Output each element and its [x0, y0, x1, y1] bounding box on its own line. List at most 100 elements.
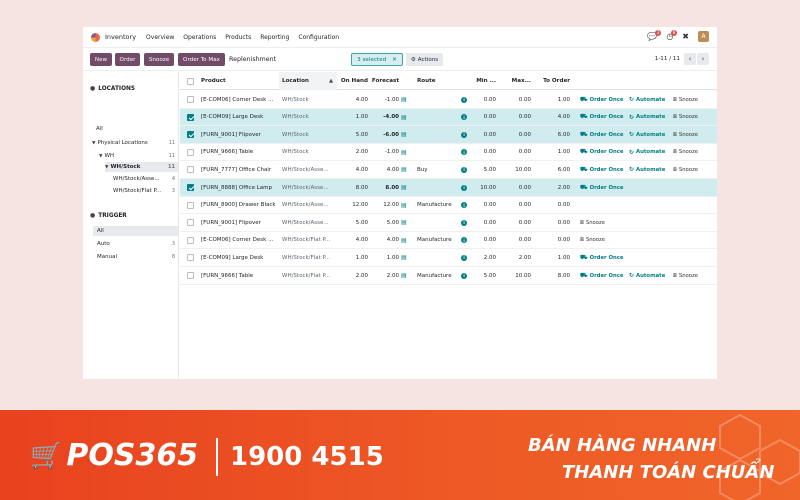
app-name[interactable]: Inventory [105, 33, 136, 41]
row-checkbox[interactable] [187, 148, 194, 156]
min-cell[interactable]: 0.00 [470, 232, 496, 249]
column-location[interactable]: Location ▲ [279, 72, 337, 90]
row-checkbox[interactable] [187, 166, 194, 174]
activities-icon[interactable]: ◷ 8 [666, 29, 678, 41]
location-cell[interactable]: WH/Stock [282, 126, 338, 143]
table-row[interactable]: [FURN_9666] Table WH/Stock/Flat P... 2.00 2… [180, 267, 717, 285]
app-logo-icon[interactable] [91, 32, 100, 42]
automate-button[interactable]: ↻ Automate [629, 144, 665, 161]
location-cell[interactable]: WH/Stock/Flat P... [282, 232, 338, 249]
forecast-chart-icon[interactable]: ▤ [401, 249, 411, 266]
max-cell[interactable]: 0.00 [505, 232, 531, 249]
product-cell[interactable]: [E-COM09] Large Desk [201, 109, 277, 126]
min-cell[interactable]: 0.00 [470, 197, 496, 214]
min-cell[interactable]: 0.00 [470, 109, 496, 126]
new-button[interactable]: New [90, 53, 112, 66]
trigger-auto[interactable]: Auto 3 [97, 239, 179, 249]
product-cell[interactable]: [FURN_7777] Office Chair [201, 161, 277, 178]
automate-button[interactable]: ↻ Automate [629, 267, 665, 284]
product-cell[interactable]: [FURN_9666] Table [201, 267, 277, 284]
automate-button[interactable]: ↻ Automate [629, 91, 665, 108]
row-checkbox[interactable] [187, 272, 194, 279]
min-cell[interactable]: 5.00 [470, 267, 496, 284]
order-once-button[interactable]: ⛟ Order Once [580, 144, 624, 161]
forecast-chart-icon[interactable]: ▤ [401, 214, 411, 231]
route-cell[interactable] [417, 91, 459, 108]
column-min[interactable]: Min ... [470, 72, 496, 90]
to-order-cell[interactable]: 8.00 [535, 267, 570, 284]
info-icon[interactable]: i [461, 109, 469, 126]
min-cell[interactable]: 10.00 [470, 179, 496, 196]
info-icon[interactable]: i [461, 267, 469, 284]
menu-reporting[interactable]: Reporting [260, 34, 289, 41]
snooze-button[interactable]: Snooze [144, 53, 174, 66]
route-cell[interactable]: Manufacture [417, 267, 459, 284]
location-cell[interactable]: WH/Stock/Asse... [282, 197, 338, 214]
location-cell[interactable]: WH/Stock [282, 144, 338, 161]
order-button[interactable]: Order [115, 53, 140, 66]
table-row[interactable]: [E-COM09] Large Desk WH/Stock/Flat P... 1.… [180, 249, 717, 267]
min-cell[interactable]: 0.00 [470, 91, 496, 108]
location-cell[interactable]: WH/Stock/Asse... [282, 214, 338, 231]
forecast-chart-icon[interactable]: ▤ [401, 126, 411, 143]
snooze-row-button[interactable]: ⧈ Snooze [673, 109, 698, 126]
max-cell[interactable]: 0.00 [505, 179, 531, 196]
forecast-chart-icon[interactable]: ▤ [401, 179, 411, 196]
row-checkbox[interactable] [187, 184, 194, 191]
column-route[interactable]: Route [417, 72, 457, 90]
max-cell[interactable]: 0.00 [505, 197, 531, 214]
to-order-cell[interactable]: 0.00 [535, 214, 570, 231]
to-order-cell[interactable]: 1.00 [535, 91, 570, 108]
to-order-cell[interactable]: 6.00 [535, 126, 570, 143]
snooze-row-button[interactable]: ⧈ Snooze [673, 91, 698, 108]
route-cell[interactable] [417, 109, 459, 126]
select-all-checkbox[interactable] [187, 78, 194, 85]
product-cell[interactable]: [E-COM06] Corner Desk ... [201, 232, 277, 249]
table-row[interactable]: [E-COM06] Corner Desk ... WH/Stock/Flat P… [180, 232, 717, 250]
snooze-row-button[interactable]: ⧈ Snooze [673, 267, 698, 284]
table-row[interactable]: [FURN_8900] Drawer Black WH/Stock/Asse...… [180, 197, 717, 215]
info-icon[interactable]: i [461, 197, 469, 214]
max-cell[interactable]: 10.00 [505, 161, 531, 178]
debug-tools-icon[interactable]: ✖ [682, 32, 689, 41]
pager-next-button[interactable]: › [697, 53, 709, 65]
forecast-chart-icon[interactable]: ▤ [401, 144, 411, 161]
table-row[interactable]: [E-COM09] Large Desk WH/Stock 1.00 -4.00 ▤ i 0… [180, 108, 717, 127]
column-forecast[interactable]: Forecast [369, 72, 399, 90]
order-once-button[interactable]: ⛟ Order Once [580, 126, 624, 143]
snooze-row-button[interactable]: ⧈ Snooze [580, 214, 605, 231]
location-cell[interactable]: WH/Stock/Asse... [282, 161, 338, 178]
location-wh-stock-assembly[interactable]: WH/Stock/Asse... 4 [113, 174, 179, 184]
info-icon[interactable]: i [461, 214, 469, 231]
automate-button[interactable]: ↻ Automate [629, 109, 665, 126]
order-once-button[interactable]: ⛟ Order Once [580, 161, 624, 178]
max-cell[interactable]: 0.00 [505, 109, 531, 126]
order-once-button[interactable]: ⛟ Order Once [580, 249, 624, 266]
location-wh-stock-flat[interactable]: WH/Stock/Flat P... 3 [113, 186, 179, 196]
snooze-row-button[interactable]: ⧈ Snooze [580, 232, 605, 249]
route-cell[interactable] [417, 214, 459, 231]
location-cell[interactable]: WH/Stock/Flat P... [282, 249, 338, 266]
table-row[interactable]: [FURN_8888] Office Lamp WH/Stock/Asse... 8… [180, 179, 717, 197]
route-cell[interactable]: Manufacture [417, 197, 459, 214]
snooze-row-button[interactable]: ⧈ Snooze [673, 126, 698, 143]
product-cell[interactable]: [E-COM09] Large Desk [201, 249, 277, 266]
column-on-hand[interactable]: On Hand [340, 72, 368, 90]
to-order-cell[interactable]: 1.00 [535, 144, 570, 161]
table-row[interactable]: [FURN_9001] Flipover WH/Stock 5.00 -6.00 ▤ i 0… [180, 126, 717, 144]
info-icon[interactable]: i [461, 91, 469, 108]
clear-selection-icon[interactable]: ✕ [392, 57, 397, 63]
row-checkbox[interactable] [187, 201, 194, 209]
min-cell[interactable]: 0.00 [470, 144, 496, 161]
product-cell[interactable]: [FURN_8888] Office Lamp [201, 179, 277, 196]
info-icon[interactable]: i [461, 249, 469, 266]
forecast-chart-icon[interactable]: ▤ [401, 267, 411, 284]
min-cell[interactable]: 0.00 [470, 126, 496, 143]
location-wh-stock[interactable]: ▼ WH/Stock 11 [105, 162, 179, 172]
pager-previous-button[interactable]: ‹ [684, 53, 696, 65]
location-all[interactable]: All [96, 124, 174, 134]
location-cell[interactable]: WH/Stock/Asse... [282, 179, 338, 196]
to-order-cell[interactable]: 4.00 [535, 109, 570, 126]
max-cell[interactable]: 0.00 [505, 91, 531, 108]
snooze-row-button[interactable]: ⧈ Snooze [673, 161, 698, 178]
